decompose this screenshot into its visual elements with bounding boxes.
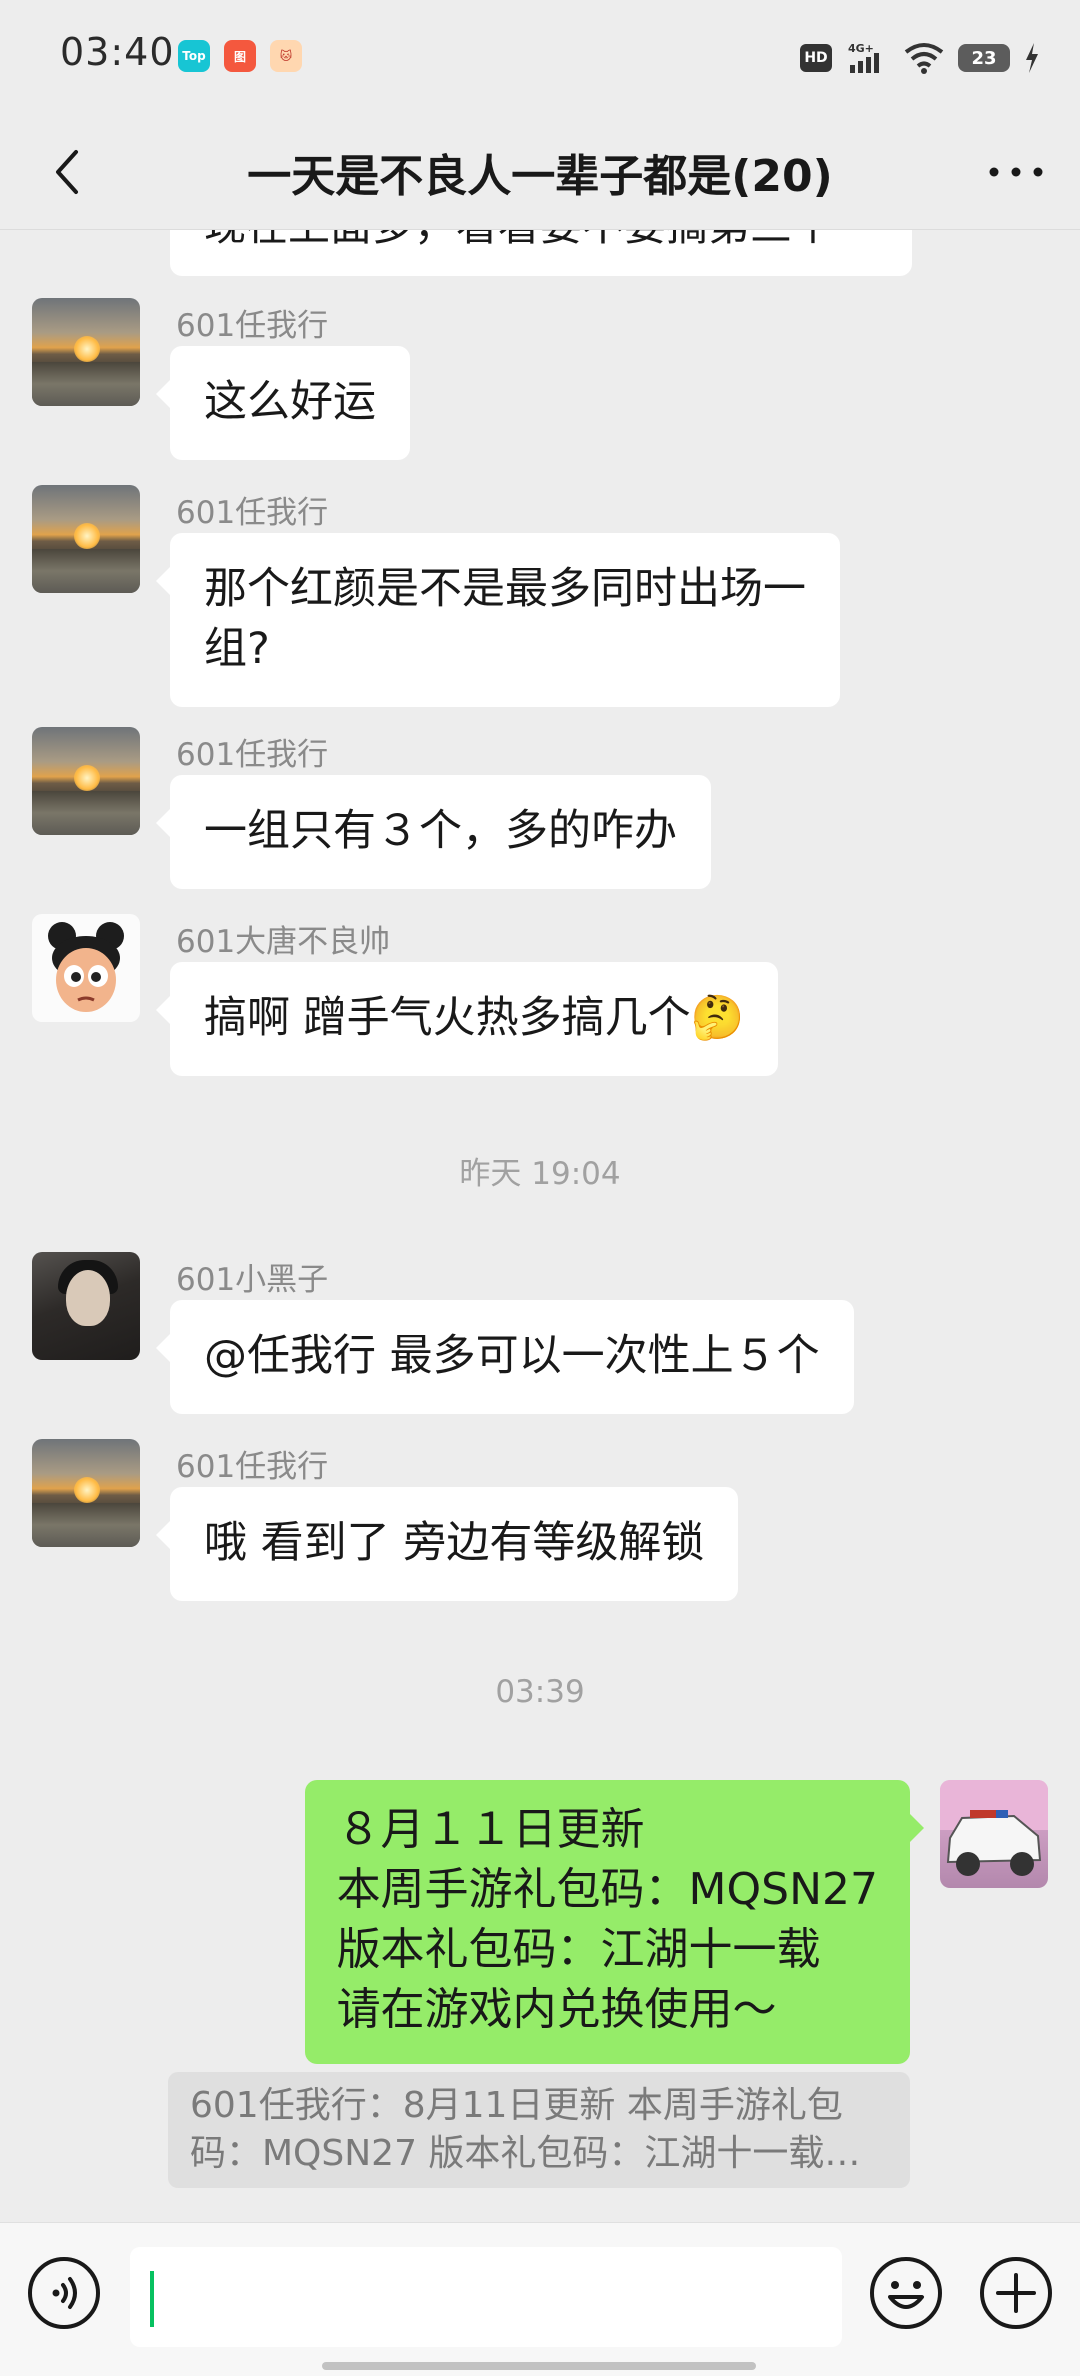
message-item: 601任我行 哦 看到了 旁边有等级解锁 <box>0 1439 1080 1601</box>
message-bubble[interactable]: 现在上面多，看看要不要搞第三个 <box>170 230 912 276</box>
message-text: 哦 看到了 旁边有等级解锁 <box>204 1518 705 1568</box>
message-bubble[interactable]: 那个红颜是不是最多同时出场一 组? <box>156 533 840 707</box>
quote-text: 码：MQSN27 版本礼包码：江湖十一载… <box>190 2133 861 2174</box>
voice-icon <box>28 2257 100 2329</box>
quote-text: 601任我行：8月11日更新 本周手游礼包 <box>190 2085 843 2126</box>
status-bar: 03:40 Top 图 🐱 HD 4G+ 23 <box>0 0 1080 112</box>
hd-icon: HD <box>800 44 832 72</box>
charging-icon <box>1026 43 1038 73</box>
svg-text:4G+: 4G+ <box>848 42 874 55</box>
message-text: 这么好运 <box>204 377 376 427</box>
message-item: 601大唐不良帅 搞啊 蹭手气火热多搞几个🤔 <box>0 914 1080 1076</box>
message-text: 请在游戏内兑换使用～ <box>336 1984 777 2035</box>
avatar[interactable] <box>32 298 140 406</box>
avatar[interactable] <box>32 914 140 1022</box>
police-car-avatar-icon <box>940 1780 1048 1876</box>
time-separator: 昨天 19:04 <box>459 1156 621 1192</box>
sender-name: 601大唐不良帅 <box>176 924 391 960</box>
message-text: @任我行 最多可以一次性上５个 <box>204 1331 820 1381</box>
message-bubble[interactable]: @任我行 最多可以一次性上５个 <box>156 1300 854 1414</box>
plus-button[interactable] <box>978 2255 1054 2331</box>
plus-icon <box>980 2257 1052 2329</box>
wifi-icon <box>904 43 944 74</box>
sender-name: 601任我行 <box>176 737 329 773</box>
avatar[interactable] <box>32 1252 140 1360</box>
message-text: ８月１１日更新 <box>336 1804 645 1855</box>
more-dots-icon <box>989 167 1043 177</box>
message-bubble[interactable]: 这么好运 <box>156 346 410 460</box>
message-text: 组? <box>204 624 270 674</box>
battery-icon: 23 <box>958 44 1010 72</box>
message-bubble[interactable]: 哦 看到了 旁边有等级解锁 <box>155 1487 739 1601</box>
sender-name: 601任我行 <box>176 495 329 531</box>
message-bubble[interactable]: 搞啊 蹭手气火热多搞几个🤔 <box>155 962 779 1076</box>
avatar[interactable] <box>32 1439 140 1547</box>
self-avatar[interactable] <box>940 1780 1048 1888</box>
system-icons: HD 4G+ 23 <box>800 38 1040 78</box>
emoji-button[interactable] <box>868 2255 944 2331</box>
time-separator: 03:39 <box>495 1674 585 1710</box>
chevron-left-icon <box>56 150 78 194</box>
input-bar <box>0 2222 1080 2376</box>
self-message-bubble[interactable]: ８月１１日更新 本周手游礼包码：MQSN27 版本礼包码：江湖十一载 请在游戏内… <box>304 1780 925 2064</box>
app-notification-icon: 🐱 <box>270 40 302 72</box>
sender-name: 601任我行 <box>176 1449 329 1485</box>
message-text: 搞啊 蹭手气火热多搞几个🤔 <box>204 993 745 1043</box>
sender-name: 601任我行 <box>176 308 329 344</box>
quoted-message[interactable]: 601任我行：8月11日更新 本周手游礼包 码：MQSN27 版本礼包码：江湖十… <box>168 2072 910 2188</box>
back-button[interactable] <box>30 134 106 210</box>
message-text: 那个红颜是不是最多同时出场一 <box>204 564 806 614</box>
emoji-icon <box>870 2257 942 2329</box>
text-caret <box>150 2271 154 2327</box>
message-item: 601任我行 这么好运 <box>0 298 1080 460</box>
more-button[interactable] <box>978 134 1054 210</box>
message-text: 一组只有３个，多的咋办 <box>204 806 677 856</box>
thinking-emoji-icon: 🤔 <box>690 993 745 1043</box>
chat-title: 一天是不良人一辈子都是(20) <box>247 151 833 202</box>
message-bubble[interactable]: 一组只有３个，多的咋办 <box>156 775 711 889</box>
avatar[interactable] <box>32 727 140 835</box>
chat-header: 一天是不良人一辈子都是(20) <box>0 112 1080 230</box>
voice-button[interactable] <box>26 2255 102 2331</box>
app-notification-icon: Top <box>178 40 210 72</box>
message-text: 本周手游礼包码：MQSN27 <box>336 1864 878 1915</box>
message-item: 601任我行 一组只有３个，多的咋办 <box>0 727 1080 889</box>
message-list[interactable]: 现在上面多，看看要不要搞第三个 601任我行 这么好运 601任我行 那个红颜是… <box>0 230 1080 2222</box>
signal-icon: 4G+ <box>848 42 879 73</box>
message-item: 601任我行 那个红颜是不是最多同时出场一 组? <box>0 485 1080 707</box>
sender-name: 601小黑子 <box>176 1262 329 1298</box>
app-notification-icon: 图 <box>224 40 256 72</box>
message-item: 601小黑子 @任我行 最多可以一次性上５个 <box>0 1252 1080 1414</box>
home-indicator[interactable] <box>322 2362 756 2370</box>
avatar[interactable] <box>32 485 140 593</box>
status-time: 03:40 <box>60 30 175 74</box>
cartoon-avatar-icon <box>48 922 124 1012</box>
message-input[interactable] <box>130 2247 842 2347</box>
message-text: 版本礼包码：江湖十一载 <box>336 1924 821 1975</box>
message-text: 现在上面多，看看要不要搞第三个 <box>204 230 834 253</box>
